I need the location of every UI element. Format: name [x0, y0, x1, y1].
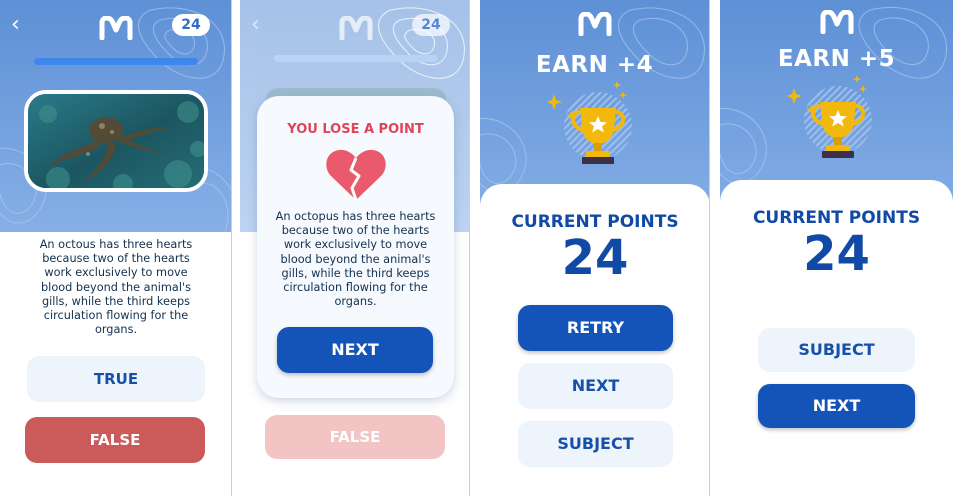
brand-logo-icon	[339, 16, 373, 40]
earn-heading: EARN +5	[777, 46, 896, 72]
false-button: FALSE	[265, 415, 445, 459]
earn-points-screen-alt: EARN +5 CURRENT POINTS 24 SUBJECT NEXT	[720, 0, 953, 496]
true-button[interactable]: TRUE	[27, 356, 205, 402]
question-counter: 24	[172, 14, 210, 36]
earn-points-screen: EARN +4 CURRENT POINTS 24 RETRY NEXT SUB…	[480, 0, 710, 496]
lose-point-heading: YOU LOSE A POINT	[287, 122, 424, 137]
current-points-value: 24	[803, 226, 870, 282]
current-points-label: CURRENT POINTS	[511, 212, 679, 232]
points-card: CURRENT POINTS 24 RETRY NEXT SUBJECT	[480, 184, 709, 496]
next-button[interactable]: NEXT	[758, 384, 915, 428]
current-points-label: CURRENT POINTS	[752, 208, 921, 228]
earn-heading: EARN +4	[535, 52, 654, 78]
trophy-icon	[548, 81, 632, 164]
lose-point-screen: ‹ 24 YOU LOSE A POINT An octopus has thr…	[240, 0, 470, 496]
next-button[interactable]: NEXT	[277, 327, 433, 373]
quiz-screen: ‹ 24 An octous has three hearts because …	[0, 0, 232, 496]
current-points-value: 24	[561, 230, 629, 286]
fact-text: An octopus has three hearts because two …	[275, 210, 436, 309]
brand-logo-icon	[578, 12, 612, 36]
subject-button[interactable]: SUBJECT	[758, 328, 915, 372]
lose-point-modal: YOU LOSE A POINT An octopus has three he…	[257, 96, 454, 398]
question-counter: 24	[412, 14, 450, 36]
trophy-icon	[788, 75, 872, 158]
back-arrow-icon[interactable]: ‹	[251, 12, 260, 37]
progress-bar	[34, 58, 198, 65]
octopus-photo	[24, 90, 208, 192]
back-arrow-icon[interactable]: ‹	[11, 12, 20, 37]
retry-button[interactable]: RETRY	[518, 305, 673, 351]
fact-text: An octous has three hearts because two o…	[39, 238, 193, 337]
brand-logo-icon	[820, 10, 854, 34]
false-button[interactable]: FALSE	[25, 417, 205, 463]
next-button[interactable]: NEXT	[518, 363, 673, 409]
points-card: CURRENT POINTS 24 SUBJECT NEXT	[720, 180, 953, 496]
broken-heart-icon	[326, 149, 386, 201]
subject-button[interactable]: SUBJECT	[518, 421, 673, 467]
progress-bar	[274, 55, 438, 62]
brand-logo-icon	[99, 16, 133, 40]
